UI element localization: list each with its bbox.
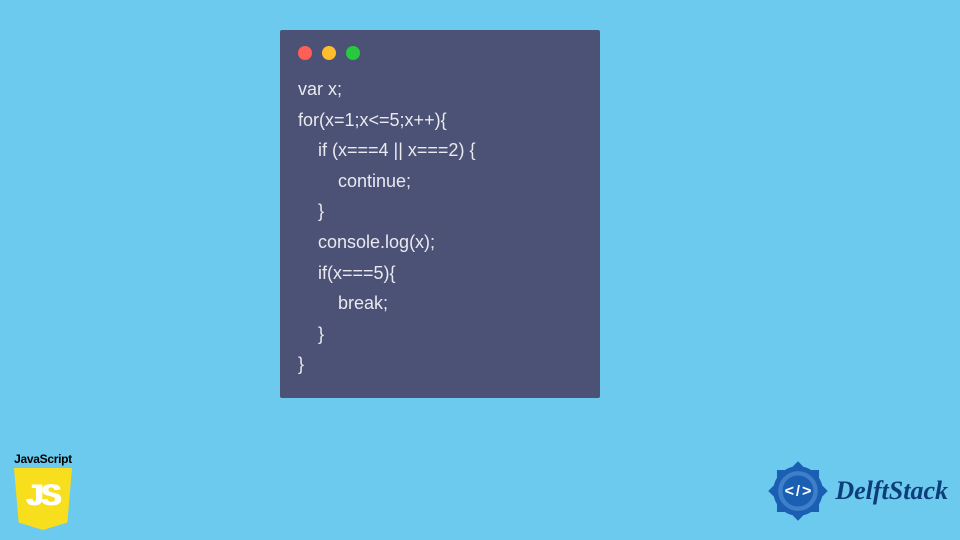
window-minimize-icon (322, 46, 336, 60)
window-maximize-icon (346, 46, 360, 60)
javascript-logo: JavaScript JS (6, 452, 80, 530)
javascript-shield-text: JS (27, 479, 60, 513)
code-window: var x; for(x=1;x<=5;x++){ if (x===4 || x… (280, 30, 600, 398)
tag-open-icon: < (785, 482, 794, 500)
delftstack-logo: < / > DelftStack (767, 460, 948, 522)
code-snippet: var x; for(x=1;x<=5;x++){ if (x===4 || x… (298, 74, 582, 380)
window-close-icon (298, 46, 312, 60)
window-traffic-lights (298, 46, 582, 60)
tag-close-icon: > (802, 482, 811, 500)
delftstack-brand-text: DelftStack (835, 476, 948, 506)
tag-slash-icon: / (796, 484, 800, 500)
delftstack-gear-icon: < / > (767, 460, 829, 522)
javascript-label: JavaScript (6, 452, 80, 466)
javascript-shield-icon: JS (14, 468, 72, 530)
